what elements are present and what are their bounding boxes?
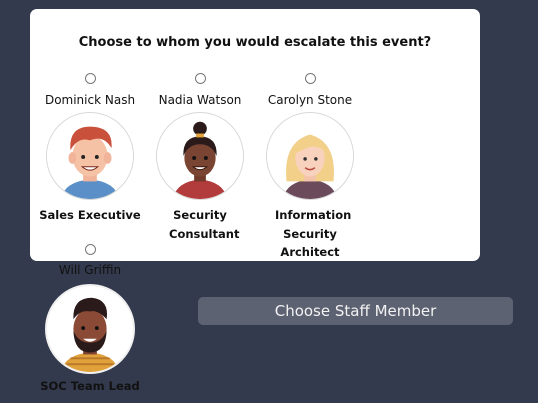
staff-name: Nadia Watson: [158, 93, 242, 107]
staff-radio-button[interactable]: [85, 73, 96, 84]
staff-role: Sales Executive: [39, 208, 141, 222]
woman-blonde-avatar-icon[interactable]: [266, 112, 354, 200]
staff-option-carolyn-stone[interactable]: Carolyn Stone Information Security Archi…: [255, 73, 365, 263]
man-beard-avatar-icon[interactable]: [45, 284, 135, 374]
staff-name: Carolyn Stone: [267, 93, 353, 107]
staff-option-dominick-nash[interactable]: Dominick Nash Sales Executive: [35, 73, 145, 222]
man-red-hair-avatar-icon[interactable]: [46, 112, 134, 200]
staff-role: Information Security Architect: [275, 208, 352, 259]
staff-option-will-griffin[interactable]: Will Griffin SOC Team Lead: [35, 244, 145, 394]
dialog-title: Choose to whom you would escalate this e…: [78, 35, 432, 50]
staff-radio-button[interactable]: [85, 244, 96, 255]
staff-name: Will Griffin: [58, 263, 122, 277]
staff-name: Dominick Nash: [44, 93, 136, 107]
staff-role: Security Consultant: [169, 208, 240, 241]
staff-radio-button[interactable]: [195, 73, 206, 84]
staff-radio-button[interactable]: [305, 73, 316, 84]
staff-option-nadia-watson[interactable]: Nadia Watson Security Consultant: [145, 73, 255, 253]
staff-role: SOC Team Lead: [40, 379, 140, 393]
choose-staff-member-button[interactable]: Choose Staff Member: [198, 297, 513, 325]
woman-dark-hair-bun-avatar-icon[interactable]: [156, 112, 244, 200]
